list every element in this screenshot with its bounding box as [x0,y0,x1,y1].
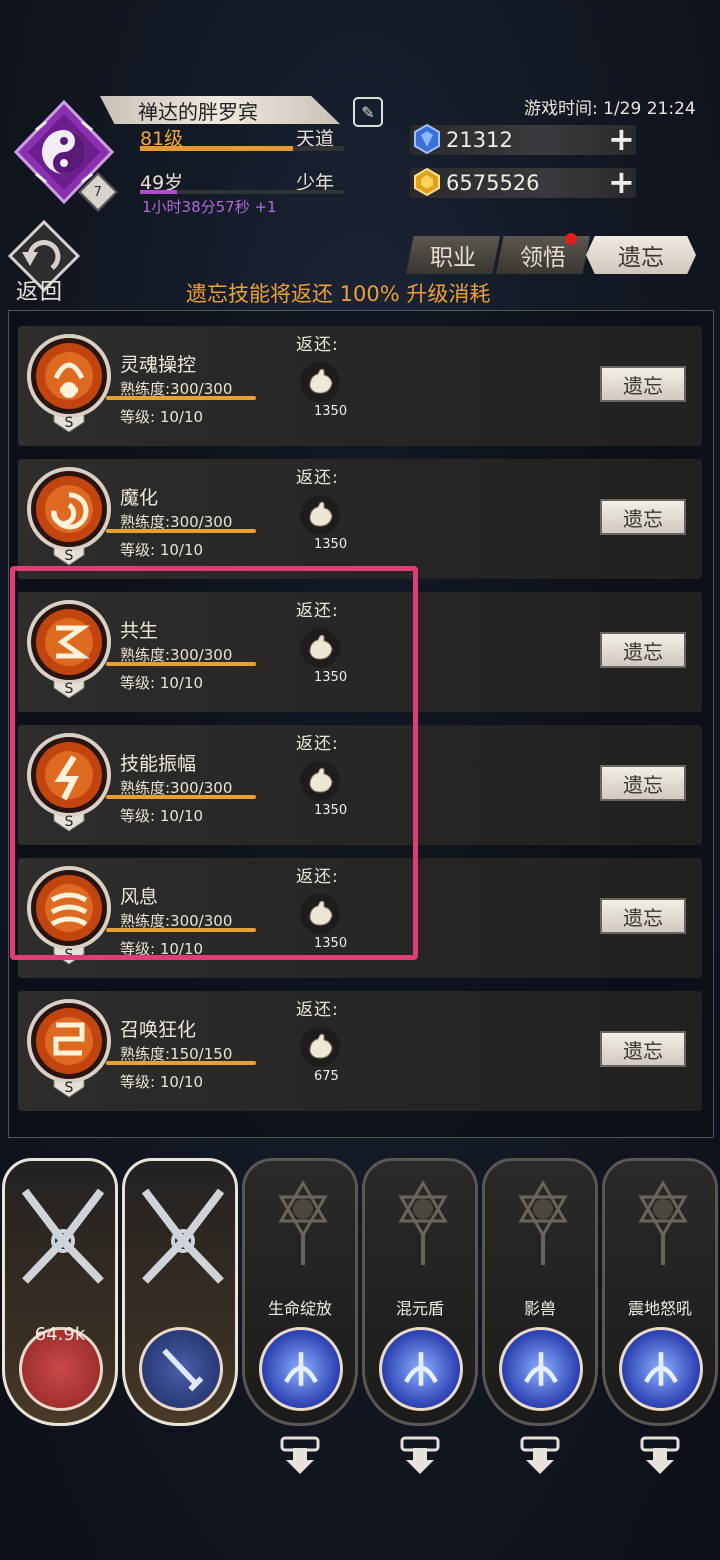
return-label: 返还: [296,335,339,355]
skill-row: S 灵魂操控 熟练度:300/300 等级: 10/10 返还: 1350 遗忘 [18,326,702,446]
skill-rune-icon [284,1352,318,1386]
skill-slot[interactable] [122,1158,238,1426]
slot-skill-name: 震地怒吼 [627,1299,692,1318]
equip-down-arrow-icon[interactable] [280,1436,320,1476]
crossed-blades-icon [21,1188,105,1284]
return-label: 返还: [296,468,339,488]
hexagram-icon [638,1180,688,1265]
gem-amount: 21312 [446,128,513,152]
proficiency-bar [106,529,256,533]
forget-button[interactable]: 遗忘 [600,366,686,402]
forget-notice: 遗忘技能将返还 100% 升级消耗 [186,282,491,306]
hexagram-icon [518,1180,568,1265]
gold-icon [414,167,440,197]
back-button[interactable]: 返回 [16,274,64,306]
game-time: 游戏时间: 1/29 21:24 [524,99,696,119]
slot-skill-name: 混元盾 [395,1299,444,1318]
skill-slot[interactable]: 生命绽放 [242,1158,358,1426]
age-progress-bar [140,190,344,194]
proficiency-bar [106,396,256,400]
skill-slot[interactable]: 影兽 [482,1158,598,1426]
skill-level: 等级: 10/10 [120,1073,204,1091]
slot-skill-orb[interactable] [499,1327,583,1411]
skill-name: 灵魂操控 [120,354,197,376]
level-progress-bar [140,146,344,151]
gold-amount: 6575526 [446,171,540,195]
skill-icon: S [27,999,111,1098]
skill-rune-icon [404,1352,438,1386]
skill-row: S 魔化 熟练度:300/300 等级: 10/10 返还: 1350 遗忘 [18,459,702,579]
return-value: 1350 [314,404,348,419]
skill-level: 等级: 10/10 [120,408,204,426]
gold-currency: 6575526 + [410,166,636,198]
tab-forget[interactable]: 遗忘 [586,236,696,274]
skill-rune-icon [644,1352,678,1386]
equip-down-arrow-icon[interactable] [640,1436,680,1476]
return-label: 返还: [296,1000,339,1020]
skill-grade: S [65,415,74,431]
skill-icon: S [27,334,111,433]
add-gem-button[interactable]: + [608,123,635,155]
forget-button[interactable]: 遗忘 [600,898,686,934]
gem-icon [414,123,440,155]
return-value: 1350 [314,537,348,552]
forget-button[interactable]: 遗忘 [600,765,686,801]
hand-icon [300,495,340,535]
forget-button[interactable]: 遗忘 [600,632,686,668]
forget-button[interactable]: 遗忘 [600,499,686,535]
skill-rune-icon [524,1352,558,1386]
add-gold-button[interactable]: + [608,166,635,198]
equip-down-arrow-icon[interactable] [520,1436,560,1476]
equip-down-arrow-icon[interactable] [400,1436,440,1476]
hand-icon [300,362,340,402]
skill-grade: S [65,1080,74,1096]
slot-skill-orb[interactable] [619,1327,703,1411]
tab-job[interactable]: 职业 [406,236,500,274]
skill-slot[interactable] [2,1158,118,1426]
hand-icon [300,1027,340,1067]
slot-skill-name: 影兽 [523,1299,556,1318]
hexagram-icon [398,1180,448,1265]
slot-skill-orb[interactable] [379,1327,463,1411]
sword-orb[interactable] [139,1327,223,1411]
slot-skill-orb[interactable] [259,1327,343,1411]
forget-button[interactable]: 遗忘 [600,1031,686,1067]
skill-slot[interactable]: 震地怒吼 [602,1158,718,1426]
skill-icon: S [27,467,111,566]
slot-skill-name: 生命绽放 [267,1299,332,1318]
skill-row: S 召唤狂化 熟练度:150/150 等级: 10/10 返还: 675 遗忘 [18,991,702,1111]
skill-name: 召唤狂化 [120,1019,197,1041]
highlight-box [10,566,418,960]
power-value: 64.9k [34,1324,86,1345]
return-value: 675 [314,1069,339,1084]
player-name: 禅达的胖罗宾 [100,96,340,124]
age-timer: 1小时38分57秒 +1 [142,198,277,216]
proficiency-bar [106,1061,256,1065]
edit-name-icon[interactable]: ✎ [353,97,383,127]
sword-icon [162,1348,204,1392]
notification-dot [565,233,577,245]
skill-grade: S [65,548,74,564]
skill-slot[interactable]: 混元盾 [362,1158,478,1426]
skill-name: 魔化 [120,487,159,509]
hexagram-icon [278,1180,328,1265]
crossed-blades-icon [141,1188,225,1284]
skill-level: 等级: 10/10 [120,541,204,559]
gem-currency: 21312 + [410,123,636,155]
